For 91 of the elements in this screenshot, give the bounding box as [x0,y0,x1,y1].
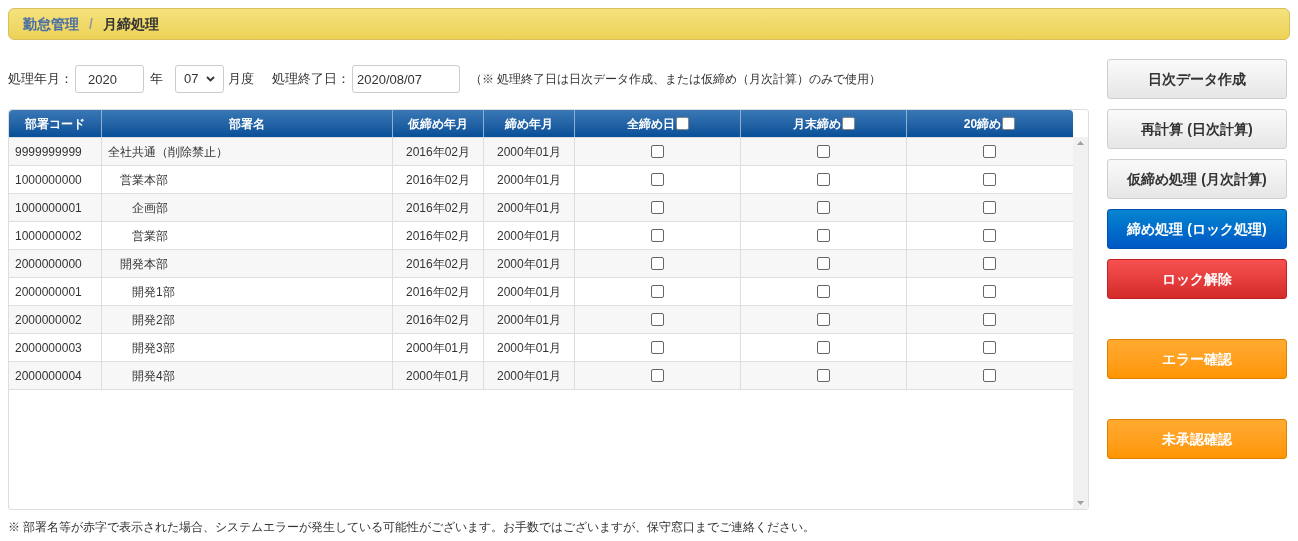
checkbox[interactable] [983,313,996,326]
checkbox[interactable] [983,145,996,158]
month-unit: 月度 [228,70,254,89]
table-cell: 営業本部 [102,166,393,193]
table-cell: 2016年02月 [393,166,484,193]
checkbox[interactable] [983,369,996,382]
column-header: 月末締め [741,110,907,137]
table-cell: 1000000001 [9,194,102,221]
checkbox[interactable] [817,285,830,298]
checkbox[interactable] [983,201,996,214]
checkbox[interactable] [817,173,830,186]
checkbox[interactable] [651,201,664,214]
breadcrumb-link[interactable]: 勤怠管理 [23,13,79,35]
month-select[interactable]: 07 [175,65,224,93]
footer-note: ※ 部署名等が赤字で表示された場合、システムエラーが発生している可能性がございます。お手数ではございますが、保守窓口までご連絡ください。 [8,519,817,536]
table-cell: 開発2部 [102,306,393,333]
column-header: 部署名 [102,110,393,137]
checkbox[interactable] [651,285,664,298]
action-button[interactable]: 再計算 (日次計算) [1107,109,1287,149]
table-cell: 2016年02月 [393,194,484,221]
table-cell: 2000年01月 [484,306,575,333]
year-label: 処理年月： [8,70,73,89]
checkbox[interactable] [983,341,996,354]
end-date-field[interactable]: 2020/08/07 [352,65,460,93]
table-cell: 2000000002 [9,306,102,333]
checkbox[interactable] [817,369,830,382]
table-cell: 9999999999 [9,138,102,165]
checkbox[interactable] [817,341,830,354]
table-cell: 2000年01月 [484,362,575,389]
breadcrumb-separator: / [89,14,93,34]
column-header: 部署コード [9,110,102,137]
checkbox[interactable] [817,201,830,214]
table-cell: 全社共通（削除禁止） [102,138,393,165]
table-cell: 2000年01月 [484,334,575,361]
checkbox[interactable] [841,117,855,130]
checkbox[interactable] [651,369,664,382]
end-date-label: 処理終了日： [272,70,350,89]
table-cell: 2016年02月 [393,306,484,333]
table-cell: 2016年02月 [393,250,484,277]
checkbox[interactable] [651,257,664,270]
column-header: 締め年月 [484,110,575,137]
year-field[interactable]: 2020 [75,65,144,93]
table-cell: 2000000004 [9,362,102,389]
breadcrumb-current: 月締処理 [102,14,159,34]
checkbox[interactable] [651,173,664,186]
table-cell: 2000年01月 [484,194,575,221]
year-unit: 年 [150,70,163,89]
table-cell: 2000000001 [9,278,102,305]
table-cell: 2000000003 [9,334,102,361]
table-cell: 2000年01月 [393,362,484,389]
action-button[interactable]: 締め処理 (ロック処理) [1107,209,1287,249]
column-header: 仮締め年月 [393,110,484,137]
table-cell: 2000年01月 [484,222,575,249]
table-cell: 営業部 [102,222,393,249]
table-cell: 開発本部 [102,250,393,277]
table-cell: 2000年01月 [484,250,575,277]
checkbox[interactable] [651,313,664,326]
checkbox[interactable] [817,257,830,270]
table-cell: 企画部 [102,194,393,221]
table-cell: 2016年02月 [393,138,484,165]
checkbox[interactable] [817,229,830,242]
checkbox[interactable] [1002,117,1016,130]
table-cell: 2000年01月 [484,138,575,165]
checkbox[interactable] [983,229,996,242]
table-cell: 2000年01月 [393,334,484,361]
column-header: 全締め日 [575,110,741,137]
table-cell: 1000000000 [9,166,102,193]
column-header: 20締め [907,110,1072,137]
action-button[interactable]: ロック解除 [1107,259,1287,299]
table-cell: 開発1部 [102,278,393,305]
checkbox[interactable] [817,145,830,158]
checkbox[interactable] [983,257,996,270]
table-cell: 2016年02月 [393,278,484,305]
checkbox[interactable] [651,229,664,242]
chevron-down-icon [206,76,215,82]
table-cell: 開発4部 [102,362,393,389]
checkbox[interactable] [651,145,664,158]
checkbox[interactable] [651,341,664,354]
table-cell: 1000000002 [9,222,102,249]
table-cell: 開発3部 [102,334,393,361]
usage-note: （※ 処理終了日は日次データ作成、または仮締め（月次計算）のみで使用） [470,71,882,88]
table-cell: 2000年01月 [484,278,575,305]
action-button[interactable]: 日次データ作成 [1107,59,1287,99]
table-cell: 2016年02月 [393,222,484,249]
table-cell: 2000年01月 [484,166,575,193]
checkbox[interactable] [817,313,830,326]
action-button[interactable]: 仮締め処理 (月次計算) [1107,159,1287,199]
checkbox[interactable] [983,173,996,186]
checkbox[interactable] [983,285,996,298]
checkbox[interactable] [675,117,689,130]
table-cell: 2000000000 [9,250,102,277]
